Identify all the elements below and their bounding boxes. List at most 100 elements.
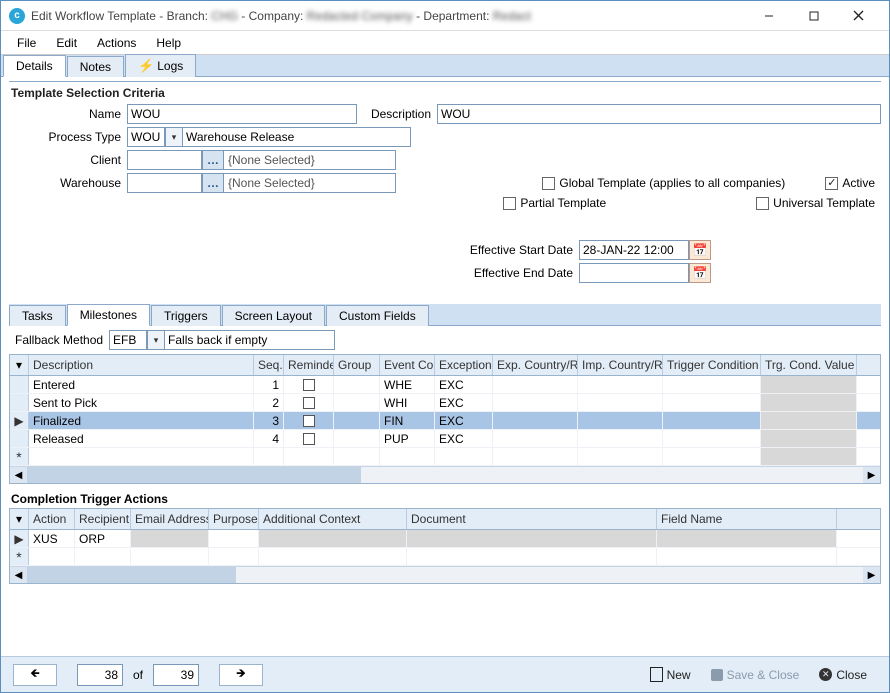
- cell-description[interactable]: Sent to Pick: [29, 394, 254, 411]
- reminder-checkbox[interactable]: [303, 397, 315, 409]
- col-exp-country[interactable]: Exp. Country/R: [493, 355, 578, 375]
- row-indicator[interactable]: [10, 430, 29, 447]
- milestones-hscroll[interactable]: ◀ ▶: [10, 466, 880, 483]
- cell-trg-cond-value[interactable]: [761, 376, 857, 393]
- reminder-checkbox[interactable]: [303, 415, 315, 427]
- cell-group[interactable]: [334, 412, 380, 429]
- eff-start-calendar-button[interactable]: 📅: [689, 240, 711, 260]
- tab-details[interactable]: Details: [3, 55, 66, 77]
- process-type-code-input[interactable]: [127, 127, 165, 147]
- cell-description[interactable]: Entered: [29, 376, 254, 393]
- client-lookup-button[interactable]: …: [202, 150, 224, 170]
- name-input[interactable]: [127, 104, 357, 124]
- menu-edit[interactable]: Edit: [46, 33, 87, 53]
- cell-action[interactable]: XUS: [29, 530, 75, 547]
- cell-description[interactable]: [29, 448, 254, 465]
- cta-scroll-thumb[interactable]: [27, 567, 236, 583]
- cell-seq[interactable]: 1: [254, 376, 284, 393]
- col-reminder[interactable]: Reminder: [284, 355, 334, 375]
- fallback-dropdown[interactable]: ▾: [147, 330, 165, 350]
- minimize-button[interactable]: [746, 2, 791, 30]
- cell-imp-country[interactable]: [578, 448, 663, 465]
- cell-exp-country[interactable]: [493, 448, 578, 465]
- cell-exception[interactable]: [435, 448, 493, 465]
- col-document[interactable]: Document: [407, 509, 657, 529]
- cell-seq[interactable]: 2: [254, 394, 284, 411]
- milestone-new-row[interactable]: *: [10, 448, 880, 466]
- save-close-button[interactable]: Save & Close: [701, 665, 810, 685]
- scroll-right-button[interactable]: ▶: [863, 467, 880, 484]
- milestone-row[interactable]: Entered1WHEEXC: [10, 376, 880, 394]
- cell-email[interactable]: [131, 530, 209, 547]
- cell-field-name[interactable]: [657, 548, 837, 565]
- cell-purpose[interactable]: [209, 530, 259, 547]
- fallback-code-input[interactable]: [109, 330, 147, 350]
- description-input[interactable]: [437, 104, 881, 124]
- cell-recipient[interactable]: ORP: [75, 530, 131, 547]
- cell-trigger-condition[interactable]: [663, 394, 761, 411]
- cell-trg-cond-value[interactable]: [761, 448, 857, 465]
- cell-document[interactable]: [407, 530, 657, 547]
- cell-additional-context[interactable]: [259, 548, 407, 565]
- new-button[interactable]: New: [640, 664, 701, 685]
- cell-reminder[interactable]: [284, 430, 334, 447]
- cta-grid-corner-menu[interactable]: ▾: [10, 509, 29, 529]
- col-imp-country[interactable]: Imp. Country/R: [578, 355, 663, 375]
- cell-document[interactable]: [407, 548, 657, 565]
- cell-event-code[interactable]: WHI: [380, 394, 435, 411]
- col-trg-cond-value[interactable]: Trg. Cond. Value: [761, 355, 857, 375]
- col-seq[interactable]: Seq.: [254, 355, 284, 375]
- close-window-button[interactable]: [836, 2, 881, 30]
- tab-milestones[interactable]: Milestones: [67, 304, 150, 326]
- cell-imp-country[interactable]: [578, 412, 663, 429]
- cell-event-code[interactable]: FIN: [380, 412, 435, 429]
- cell-description[interactable]: Released: [29, 430, 254, 447]
- col-exception[interactable]: Exception: [435, 355, 493, 375]
- partial-template-checkbox[interactable]: [503, 197, 516, 210]
- eff-end-input[interactable]: [579, 263, 689, 283]
- col-field-name[interactable]: Field Name: [657, 509, 837, 529]
- col-email[interactable]: Email Address: [131, 509, 209, 529]
- reminder-checkbox[interactable]: [303, 379, 315, 391]
- cell-exp-country[interactable]: [493, 412, 578, 429]
- cta-hscroll[interactable]: ◀ ▶: [10, 566, 880, 583]
- eff-end-calendar-button[interactable]: 📅: [689, 263, 711, 283]
- cell-event-code[interactable]: [380, 448, 435, 465]
- milestone-row[interactable]: Released4PUPEXC: [10, 430, 880, 448]
- new-row-indicator[interactable]: *: [10, 448, 29, 465]
- cell-exp-country[interactable]: [493, 376, 578, 393]
- cell-exp-country[interactable]: [493, 394, 578, 411]
- cta-scroll-left-button[interactable]: ◀: [10, 567, 27, 584]
- cell-imp-country[interactable]: [578, 376, 663, 393]
- cell-trigger-condition[interactable]: [663, 430, 761, 447]
- milestone-row[interactable]: Sent to Pick2 WHIEXC: [10, 394, 880, 412]
- prev-record-button[interactable]: 🡸: [13, 664, 57, 686]
- process-type-dropdown[interactable]: ▾: [165, 127, 183, 147]
- cta-scroll-right-button[interactable]: ▶: [863, 567, 880, 584]
- cell-trg-cond-value[interactable]: [761, 430, 857, 447]
- tab-notes[interactable]: Notes: [67, 56, 124, 77]
- col-event-code[interactable]: Event Co: [380, 355, 435, 375]
- cell-seq[interactable]: 3: [254, 412, 284, 429]
- cta-new-row[interactable]: *: [10, 548, 880, 566]
- tab-custom-fields[interactable]: Custom Fields: [326, 305, 429, 326]
- cell-exception[interactable]: EXC: [435, 430, 493, 447]
- col-recipient[interactable]: Recipient: [75, 509, 131, 529]
- cell-exception[interactable]: EXC: [435, 412, 493, 429]
- tab-logs[interactable]: ⚡Logs: [125, 54, 196, 77]
- cell-exception[interactable]: EXC: [435, 394, 493, 411]
- grid-corner-menu[interactable]: ▾: [10, 355, 29, 375]
- row-indicator[interactable]: [10, 376, 29, 393]
- cell-field-name[interactable]: [657, 530, 837, 547]
- cell-trigger-condition[interactable]: [663, 376, 761, 393]
- menu-actions[interactable]: Actions: [87, 33, 146, 53]
- cell-trigger-condition[interactable]: [663, 412, 761, 429]
- cell-event-code[interactable]: PUP: [380, 430, 435, 447]
- cell-additional-context[interactable]: [259, 530, 407, 547]
- cell-purpose[interactable]: [209, 548, 259, 565]
- col-trigger-condition[interactable]: Trigger Condition: [663, 355, 761, 375]
- cell-exp-country[interactable]: [493, 430, 578, 447]
- active-checkbox[interactable]: [825, 177, 838, 190]
- row-indicator[interactable]: ▶: [10, 412, 29, 429]
- cell-trg-cond-value[interactable]: [761, 412, 857, 429]
